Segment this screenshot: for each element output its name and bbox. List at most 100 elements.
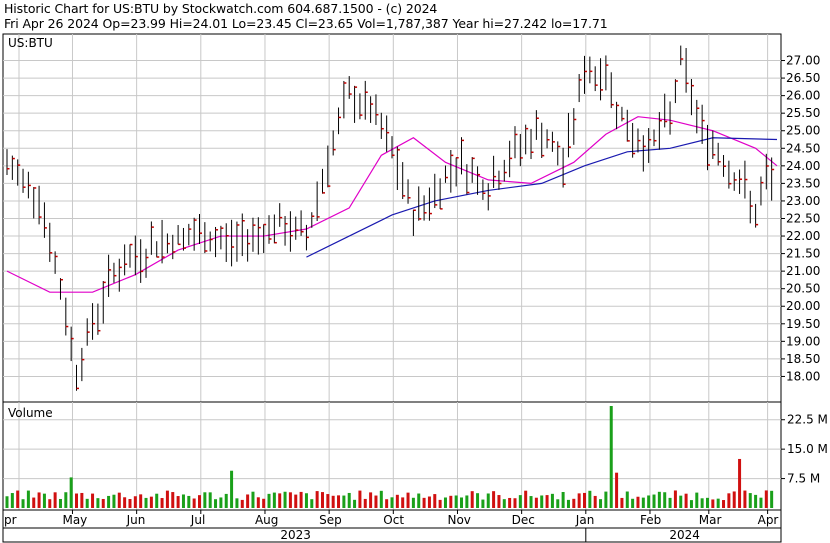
volume-bar <box>133 496 137 508</box>
volume-bar <box>315 491 319 508</box>
volume-bar <box>5 496 9 508</box>
volume-bar <box>684 493 688 508</box>
price-tick-label: 19.00 <box>786 334 820 348</box>
volume-bar <box>599 499 603 508</box>
volume-bar <box>636 496 640 508</box>
volume-bar <box>58 498 62 508</box>
volume-bar <box>42 493 46 508</box>
volume-bar <box>534 497 538 508</box>
volume-bar <box>695 492 699 508</box>
volume-bar <box>545 495 549 508</box>
volume-bar <box>689 500 693 508</box>
volume-bar <box>583 492 586 508</box>
price-tick-label: 25.50 <box>786 106 820 120</box>
volume-bar <box>64 492 68 508</box>
month-label: Sep <box>319 513 342 527</box>
volume-bar <box>700 498 704 508</box>
price-tick-label: 19.50 <box>786 317 820 331</box>
volume-bar <box>433 494 437 508</box>
volume-bar <box>80 492 84 508</box>
volume-bar <box>647 495 651 508</box>
volume-bar <box>716 498 720 508</box>
stock-chart: 27.00 26.50 26.00 25.50 25.00 24.50 24.00 23.50… <box>2 33 828 543</box>
volume-bar <box>374 495 378 508</box>
volume-bar <box>727 493 731 508</box>
volume-tick-label: 15.0 M <box>787 442 828 456</box>
volume-bar <box>112 494 116 508</box>
volume-bar <box>139 494 143 508</box>
price-tick-label: 18.00 <box>786 369 820 383</box>
volume-bar <box>593 495 597 508</box>
volume-bar <box>764 490 768 508</box>
month-label: Aug <box>255 513 278 527</box>
volume-bar <box>267 493 271 508</box>
volume-bar <box>770 490 774 508</box>
volume-bar <box>668 497 672 508</box>
volume-bar <box>155 493 159 508</box>
volume-bar <box>337 495 341 508</box>
volume-bar <box>149 496 153 508</box>
volume-bar <box>572 498 576 508</box>
volume-bar <box>743 490 747 508</box>
volume-bar <box>283 491 287 508</box>
volume-bar <box>508 497 512 508</box>
volume-bar <box>385 499 389 508</box>
volume-bar <box>310 499 314 508</box>
price-tick-label: 26.50 <box>786 71 820 85</box>
volume-bar <box>395 494 399 508</box>
volume-bar <box>53 492 57 508</box>
volume-bar <box>353 499 357 508</box>
volume-bar <box>470 491 474 508</box>
volume-bar <box>561 492 565 508</box>
volume-bar <box>379 490 383 508</box>
volume-bar <box>69 477 73 508</box>
volume-bar <box>497 495 501 508</box>
price-tick-label: 18.50 <box>786 352 820 366</box>
volume-bar <box>711 499 715 508</box>
volume-bar <box>235 498 239 508</box>
volume-bar <box>75 493 79 508</box>
month-label: Mar <box>699 513 722 527</box>
volume-bar <box>460 497 464 508</box>
volume-bar <box>299 491 303 508</box>
volume-bar <box>550 493 554 508</box>
volume-bar <box>732 491 736 508</box>
year-label-2024: 2024 <box>669 528 700 542</box>
price-tick-label: 26.00 <box>786 89 820 103</box>
volume-bar <box>304 493 308 508</box>
volume-bar <box>256 497 260 508</box>
month-label: Jun <box>126 513 146 527</box>
volume-bar <box>556 499 560 508</box>
volume-bar <box>566 499 570 508</box>
month-label: Jul <box>190 513 205 527</box>
volume-bar <box>144 497 148 508</box>
volume-bar <box>85 498 89 508</box>
volume-bar <box>10 493 14 508</box>
month-label: Jan <box>575 513 595 527</box>
volume-bar <box>91 493 95 508</box>
volume-bar <box>620 497 624 508</box>
volume-bar <box>438 499 442 508</box>
volume-bar <box>759 497 763 508</box>
volume-bar <box>16 490 20 508</box>
month-label: pr <box>4 513 17 527</box>
volume-bar <box>278 493 282 508</box>
volume-bar <box>198 495 201 508</box>
volume-tick-label: 22.5 M <box>787 413 828 427</box>
volume-bar <box>21 499 25 508</box>
volume-bar <box>240 499 244 508</box>
price-tick-label: 21.00 <box>786 264 820 278</box>
volume-bar <box>331 495 335 508</box>
volume-bar <box>663 492 667 508</box>
volume-bar <box>529 496 533 508</box>
volume-bar <box>705 497 709 508</box>
volume-bar <box>219 497 223 508</box>
volume-bar <box>320 492 324 508</box>
volume-bar <box>657 491 661 508</box>
volume-bar <box>160 498 164 508</box>
volume-bar <box>748 493 752 508</box>
volume-bar <box>187 495 191 508</box>
volume-bar <box>577 493 581 508</box>
volume-bar <box>214 499 218 508</box>
price-tick-label: 20.50 <box>786 282 820 296</box>
